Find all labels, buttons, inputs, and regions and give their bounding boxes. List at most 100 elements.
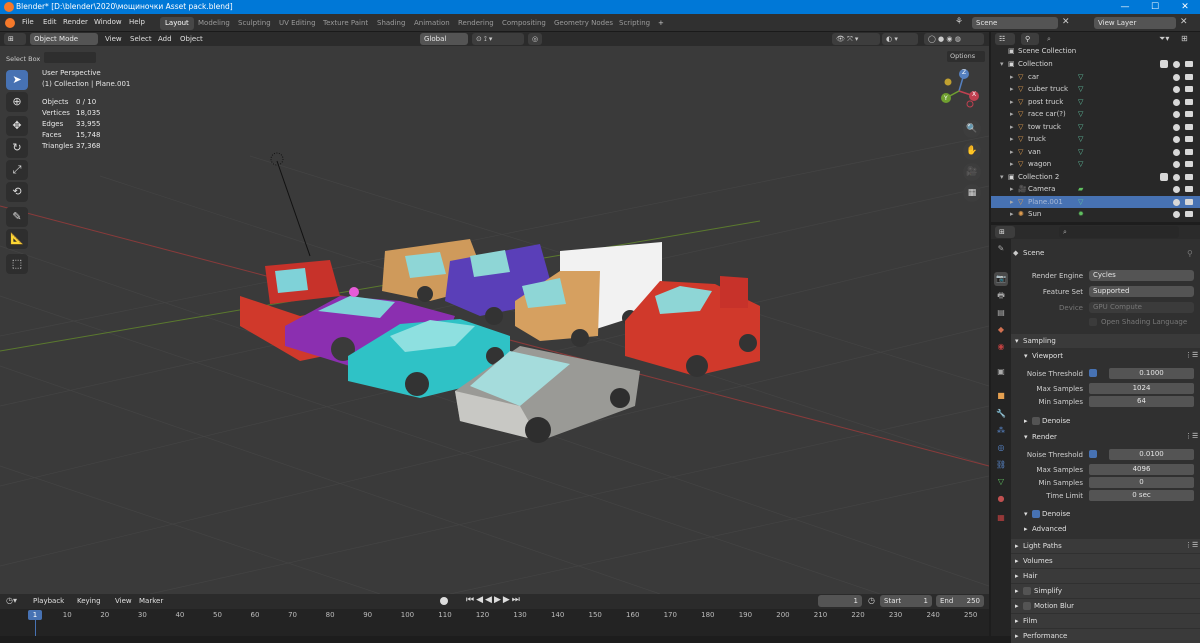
- new-collection-icon[interactable]: ⊞: [1181, 34, 1188, 43]
- outliner-row[interactable]: ▸ ▽ van ▽: [991, 146, 1200, 159]
- scene-tab-icon[interactable]: ◆: [994, 323, 1008, 337]
- tab-animation[interactable]: Animation: [409, 17, 455, 30]
- exclude-checkbox[interactable]: [1160, 60, 1168, 68]
- transform-tool-icon[interactable]: ⟲: [6, 182, 28, 202]
- list-menu-icon[interactable]: ⋮☰: [1185, 351, 1198, 359]
- render-camera-icon[interactable]: [1185, 111, 1193, 117]
- collapse-arrow-icon[interactable]: ▸: [1010, 183, 1014, 196]
- collapsed-panel-header[interactable]: ▸ Hair: [1011, 569, 1200, 583]
- render-camera-icon[interactable]: [1185, 161, 1193, 167]
- visibility-eye-icon[interactable]: [1173, 148, 1180, 156]
- object-data-icon[interactable]: ▽: [1078, 83, 1083, 96]
- collapse-arrow-icon[interactable]: ▸: [1010, 208, 1014, 221]
- panel-enable-checkbox[interactable]: [1023, 587, 1031, 595]
- vp-noise-field[interactable]: 0.1000: [1109, 368, 1194, 379]
- texture-tab-icon[interactable]: ▦: [994, 511, 1008, 525]
- outliner-row[interactable]: ▸ ▽ tow truck ▽: [991, 121, 1200, 134]
- outliner-row[interactable]: ▸ ▽ truck ▽: [991, 133, 1200, 146]
- vp-min-field[interactable]: 64: [1089, 396, 1194, 407]
- visibility-eye-icon[interactable]: [1173, 136, 1180, 143]
- end-frame-field[interactable]: End 250: [936, 595, 984, 607]
- r-time-field[interactable]: 0 sec: [1089, 490, 1194, 501]
- modifier-tab-icon[interactable]: 🔧: [994, 407, 1008, 421]
- properties-search-input[interactable]: ⌕: [1059, 226, 1179, 238]
- move-tool-icon[interactable]: ✥: [6, 116, 28, 136]
- collapsed-panel-header[interactable]: ▸ Volumes: [1011, 554, 1200, 568]
- object-data-icon[interactable]: ✹: [1078, 208, 1084, 221]
- collapsed-panel-header[interactable]: ▸ Motion Blur: [1011, 599, 1200, 613]
- pin-icon[interactable]: ⚲: [1187, 249, 1193, 258]
- timeline-track[interactable]: [0, 609, 989, 636]
- pivot-snap-icons[interactable]: ⊙ ⟟ ▾: [472, 33, 524, 45]
- visibility-eye-icon[interactable]: [1173, 98, 1180, 106]
- visibility-eye-icon[interactable]: [1173, 73, 1180, 81]
- overlays-icons[interactable]: ◐ ▾: [882, 33, 918, 45]
- menu-help[interactable]: Help: [129, 18, 145, 26]
- close-button[interactable]: ✕: [1170, 0, 1200, 14]
- playback-controls[interactable]: ⏮◀◀▶▶⏭: [466, 595, 522, 605]
- selection-mode-buttons[interactable]: [44, 52, 96, 63]
- menu-edit[interactable]: Edit: [43, 18, 57, 26]
- menu-window[interactable]: Window: [94, 18, 122, 26]
- outliner-row[interactable]: ▸ 🎥 Camera ▰: [991, 183, 1200, 196]
- tab-sculpting[interactable]: Sculpting: [233, 17, 276, 30]
- vp-noise-checkbox[interactable]: [1089, 369, 1097, 377]
- collapse-arrow-icon[interactable]: ▸: [1010, 146, 1014, 159]
- clock-icon[interactable]: ◷: [868, 596, 875, 605]
- collapse-arrow-icon[interactable]: ▸: [1010, 133, 1014, 146]
- outliner-row[interactable]: ▸ ▽ Plane.001 ▽: [991, 195, 1200, 209]
- collapse-arrow-icon[interactable]: ▸: [1010, 108, 1014, 121]
- outliner-row[interactable]: ▸ ▽ post truck ▽: [991, 96, 1200, 109]
- outliner-row[interactable]: ▾ ▣ Collection: [991, 58, 1200, 71]
- menu-render[interactable]: Render: [63, 18, 88, 26]
- render-camera-icon[interactable]: [1185, 186, 1193, 192]
- feature-set-select[interactable]: Supported: [1089, 286, 1194, 297]
- proportional-edit-icon[interactable]: ◎: [528, 33, 542, 45]
- render-camera-icon[interactable]: [1185, 123, 1193, 130]
- menu-add[interactable]: Add: [158, 35, 172, 43]
- outliner-editor[interactable]: ☷ ⚲ ⌕ ⏷▾ ⊞ ▣ Scene Collection ▾ ▣ Collecti…: [991, 32, 1200, 222]
- physics-tab-icon[interactable]: ◎: [994, 441, 1008, 455]
- add-cube-tool-icon[interactable]: ⬚: [6, 254, 28, 274]
- shading-mode-icons[interactable]: ◯ ● ◉ ◍: [924, 33, 984, 45]
- tab-layout[interactable]: Layout: [160, 17, 194, 30]
- render-tab-icon[interactable]: 📷: [994, 272, 1008, 286]
- expand-arrow-icon[interactable]: ▾: [1000, 58, 1004, 71]
- annotate-tool-icon[interactable]: ✎: [6, 207, 28, 227]
- filter-icon[interactable]: ⏷▾: [1159, 34, 1169, 44]
- outliner-row[interactable]: ▸ ✺ Sun ✹: [991, 208, 1200, 221]
- zoom-icon[interactable]: 🔍: [963, 120, 981, 138]
- timeline-editor[interactable]: ◷▾ Playback Keying View Marker ⏮◀◀▶▶⏭ 1 …: [0, 594, 989, 636]
- properties-editor-icon[interactable]: ⊞: [995, 226, 1015, 238]
- pan-hand-icon[interactable]: ✋: [963, 142, 981, 160]
- menu-select[interactable]: Select: [130, 35, 152, 43]
- tab-rendering[interactable]: Rendering: [453, 17, 499, 30]
- visibility-eye-icon[interactable]: [1173, 198, 1180, 206]
- data-tab-icon[interactable]: ▽: [994, 475, 1008, 489]
- object-data-icon[interactable]: ▽: [1078, 96, 1083, 109]
- record-icon[interactable]: [440, 597, 448, 605]
- outliner-root[interactable]: ▣ Scene Collection: [991, 45, 1200, 58]
- view-layer-tab-icon[interactable]: ▤: [994, 306, 1008, 320]
- cursor-tool-icon[interactable]: ⊕: [6, 92, 28, 112]
- object-data-icon[interactable]: ▽: [1078, 196, 1083, 209]
- render-camera-icon[interactable]: [1185, 148, 1193, 155]
- visibility-eye-icon[interactable]: [1173, 161, 1180, 168]
- render-engine-select[interactable]: Cycles: [1089, 270, 1194, 281]
- display-mode-icon[interactable]: ⚲: [1021, 33, 1039, 45]
- collapsed-panel-header[interactable]: ▸ Light Paths ⋮☰: [1011, 539, 1200, 553]
- material-tab-icon[interactable]: ●: [994, 492, 1008, 506]
- options-dropdown[interactable]: Options: [947, 51, 985, 62]
- collapsed-panel-header[interactable]: ▸ Simplify: [1011, 584, 1200, 598]
- menu-keying[interactable]: Keying: [77, 597, 101, 605]
- tab-geometry-nodes[interactable]: Geometry Nodes: [549, 17, 618, 30]
- tab-compositing[interactable]: Compositing: [497, 17, 551, 30]
- outliner-row[interactable]: ▸ ▽ cuber truck ▽: [991, 83, 1200, 96]
- navigation-gizmo[interactable]: [934, 66, 984, 112]
- collapse-arrow-icon[interactable]: ▸: [1010, 196, 1014, 209]
- vp-denoise-checkbox[interactable]: [1032, 417, 1040, 425]
- object-data-icon[interactable]: ▽: [1078, 146, 1083, 159]
- r-denoise-checkbox[interactable]: [1032, 510, 1040, 518]
- particles-tab-icon[interactable]: ⁂: [994, 424, 1008, 438]
- render-camera-icon[interactable]: [1185, 136, 1193, 142]
